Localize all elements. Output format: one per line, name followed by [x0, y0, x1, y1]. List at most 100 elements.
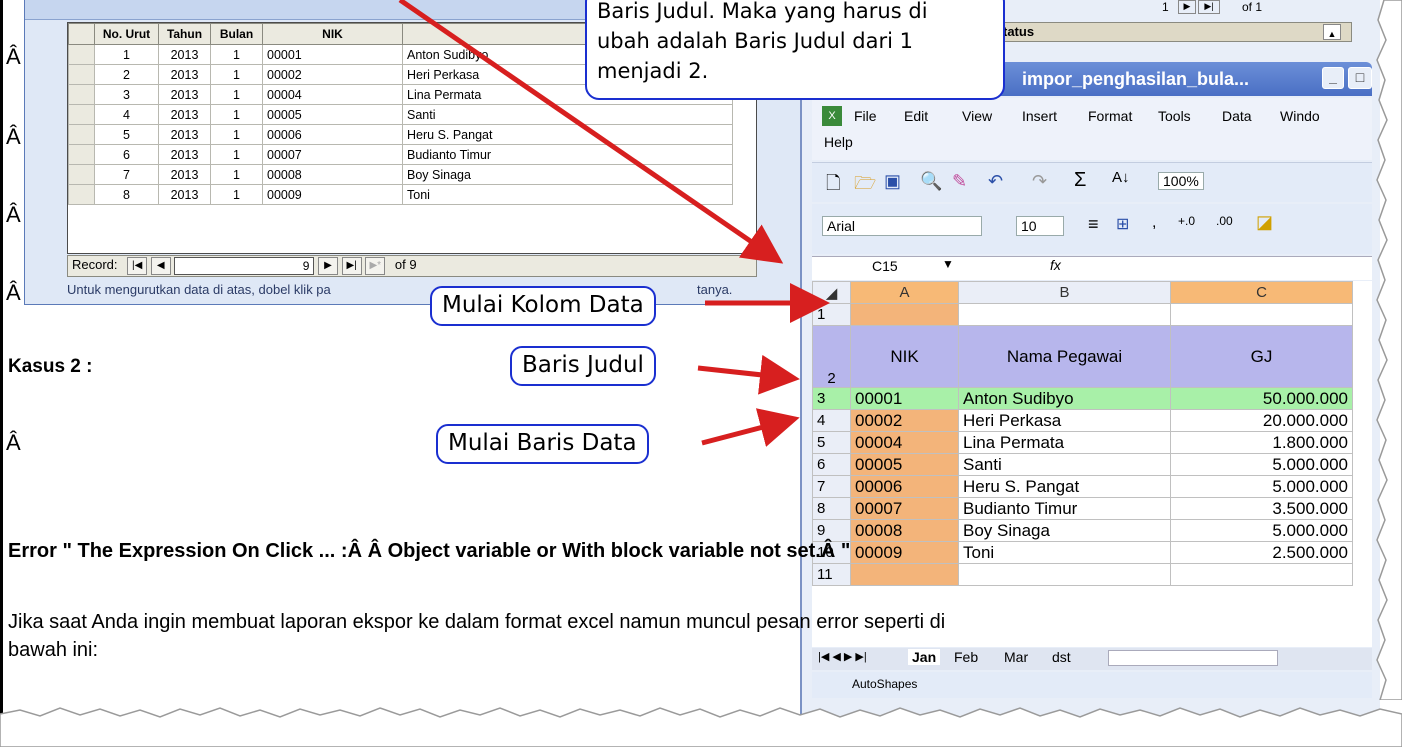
- tab-dst[interactable]: dst: [1052, 649, 1071, 665]
- row-selector[interactable]: [68, 124, 95, 145]
- menu-format[interactable]: Format: [1088, 108, 1132, 124]
- cell-b1[interactable]: [958, 303, 1171, 326]
- row-number[interactable]: 2: [812, 325, 851, 388]
- row-selector[interactable]: [68, 84, 95, 105]
- cell-nik[interactable]: 00006: [850, 475, 959, 498]
- cell-nik[interactable]: 00005: [850, 453, 959, 476]
- cell-nik[interactable]: 00002: [850, 409, 959, 432]
- new-record-button[interactable]: ▶*: [365, 257, 386, 275]
- cell-nama[interactable]: Santi: [958, 453, 1171, 476]
- open-folder-icon[interactable]: 🗁: [854, 171, 876, 201]
- cell-gj-header[interactable]: GJ: [1170, 325, 1353, 388]
- col-header-tahun[interactable]: Tahun: [158, 23, 211, 45]
- comma-style-icon[interactable]: ,: [1152, 214, 1156, 232]
- cell-nik-header[interactable]: NIK: [850, 325, 959, 388]
- scroll-up-button[interactable]: ▲: [1323, 24, 1341, 40]
- last-record-button[interactable]: ▶|: [341, 257, 362, 275]
- cell-nama-header[interactable]: Nama Pegawai: [958, 325, 1171, 388]
- cell-nik[interactable]: 00009: [262, 184, 403, 205]
- cell-b11[interactable]: [958, 563, 1171, 586]
- cell-no-urut[interactable]: 4: [94, 104, 159, 125]
- cell-c11[interactable]: [1170, 563, 1353, 586]
- row-number[interactable]: 6: [812, 453, 851, 476]
- cell-no-urut[interactable]: 8: [94, 184, 159, 205]
- cell-nik[interactable]: 00008: [850, 519, 959, 542]
- row-number[interactable]: 1: [812, 303, 851, 326]
- fx-icon[interactable]: fx: [1050, 257, 1061, 273]
- maximize-icon[interactable]: □: [1348, 67, 1372, 89]
- cell-nama[interactable]: Lina Permata: [958, 431, 1171, 454]
- row-number[interactable]: 3: [812, 387, 851, 410]
- cell-gj[interactable]: 5.000.000: [1170, 519, 1353, 542]
- name-box[interactable]: C15: [872, 258, 898, 274]
- minimize-icon[interactable]: _: [1322, 67, 1344, 89]
- fill-color-icon[interactable]: ◪: [1256, 212, 1273, 233]
- row-number[interactable]: 9: [812, 519, 851, 542]
- top-nav-next[interactable]: ▶: [1178, 0, 1196, 14]
- row-selector[interactable]: [68, 64, 95, 85]
- access-data-row[interactable]: 5 2013 1 00006 Heru S. Pangat: [68, 124, 733, 145]
- font-name-select[interactable]: Arial: [822, 216, 982, 236]
- cell-nama[interactable]: Anton Sudibyo: [958, 387, 1171, 410]
- cell-tahun[interactable]: 2013: [158, 124, 211, 145]
- cell-gj[interactable]: 3.500.000: [1170, 497, 1353, 520]
- cell-bulan[interactable]: 1: [210, 104, 263, 125]
- prev-record-button[interactable]: ◀: [150, 257, 171, 275]
- cell-nama[interactable]: Boy Sinaga: [958, 519, 1171, 542]
- cell-nik[interactable]: 00007: [850, 497, 959, 520]
- corner-select-all[interactable]: ◢: [812, 281, 851, 304]
- col-header-c[interactable]: C: [1170, 281, 1353, 304]
- zoom-select[interactable]: 100%: [1158, 172, 1204, 190]
- save-icon[interactable]: ▣: [884, 171, 901, 192]
- cell-gj[interactable]: 20.000.000: [1170, 409, 1353, 432]
- row-selector[interactable]: [68, 144, 95, 165]
- decrease-decimal-icon[interactable]: .00: [1216, 214, 1233, 228]
- cell-nama[interactable]: Boy Sinaga: [402, 164, 733, 185]
- cell-bulan[interactable]: 1: [210, 124, 263, 145]
- cell-nik[interactable]: 00005: [262, 104, 403, 125]
- menu-edit[interactable]: Edit: [904, 108, 928, 124]
- autosum-icon[interactable]: Σ: [1074, 169, 1086, 192]
- cell-gj[interactable]: 50.000.000: [1170, 387, 1353, 410]
- namebox-dropdown-icon[interactable]: ▼: [942, 257, 954, 271]
- cell-nik[interactable]: 00001: [850, 387, 959, 410]
- cell-bulan[interactable]: 1: [210, 44, 263, 65]
- tab-feb[interactable]: Feb: [954, 649, 978, 665]
- tab-jan[interactable]: Jan: [908, 649, 941, 665]
- cell-no-urut[interactable]: 3: [94, 84, 159, 105]
- cell-gj[interactable]: 5.000.000: [1170, 475, 1353, 498]
- cell-nama[interactable]: Budianto Timur: [402, 144, 733, 165]
- access-data-row[interactable]: 4 2013 1 00005 Santi: [68, 104, 733, 125]
- row-selector[interactable]: [68, 104, 95, 125]
- cell-no-urut[interactable]: 2: [94, 64, 159, 85]
- merge-center-icon[interactable]: ⊞: [1116, 214, 1129, 234]
- row-selector[interactable]: [68, 44, 95, 65]
- menu-help[interactable]: Help: [824, 134, 853, 150]
- cell-c1[interactable]: [1170, 303, 1353, 326]
- cell-bulan[interactable]: 1: [210, 84, 263, 105]
- cell-a1[interactable]: [850, 303, 959, 326]
- cell-nik[interactable]: 00001: [262, 44, 403, 65]
- increase-decimal-icon[interactable]: +.0: [1178, 214, 1195, 228]
- cell-nama[interactable]: Toni: [402, 184, 733, 205]
- cell-tahun[interactable]: 2013: [158, 44, 211, 65]
- col-header-nik[interactable]: NIK: [262, 23, 403, 45]
- access-data-row[interactable]: 7 2013 1 00008 Boy Sinaga: [68, 164, 733, 185]
- menu-tools[interactable]: Tools: [1158, 108, 1191, 124]
- menu-view[interactable]: View: [962, 108, 992, 124]
- cell-no-urut[interactable]: 1: [94, 44, 159, 65]
- cell-tahun[interactable]: 2013: [158, 144, 211, 165]
- cell-tahun[interactable]: 2013: [158, 164, 211, 185]
- align-center-icon[interactable]: ≡: [1088, 214, 1099, 235]
- cell-no-urut[interactable]: 5: [94, 124, 159, 145]
- cell-no-urut[interactable]: 6: [94, 144, 159, 165]
- row-number[interactable]: 8: [812, 497, 851, 520]
- autoshapes-menu[interactable]: AutoShapes: [852, 677, 917, 691]
- row-number[interactable]: 11: [812, 563, 851, 586]
- cell-nik[interactable]: 00002: [262, 64, 403, 85]
- cell-nama[interactable]: Budianto Timur: [958, 497, 1171, 520]
- menu-insert[interactable]: Insert: [1022, 108, 1057, 124]
- new-file-icon[interactable]: 🗋: [826, 171, 840, 201]
- print-preview-icon[interactable]: 🔍: [920, 171, 942, 192]
- cell-nik[interactable]: 00006: [262, 124, 403, 145]
